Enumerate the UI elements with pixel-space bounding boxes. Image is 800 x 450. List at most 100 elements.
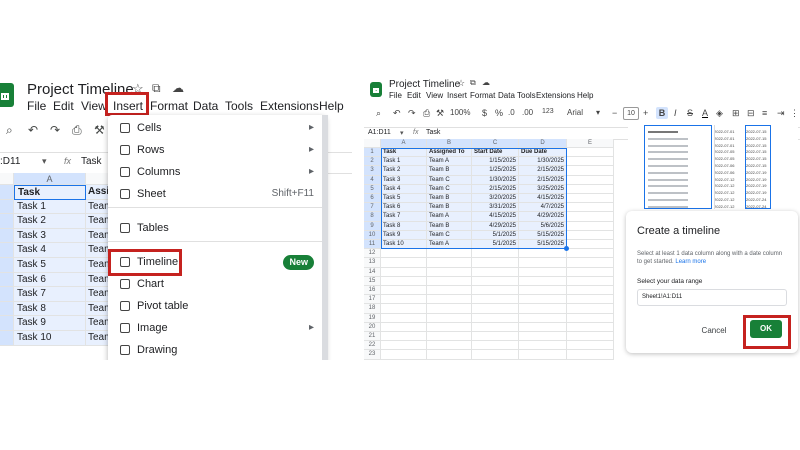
menu-item-columns[interactable]: Columns ▸ xyxy=(108,161,326,183)
table-cell[interactable] xyxy=(567,230,614,240)
table-cell[interactable] xyxy=(427,332,472,342)
menu-help[interactable]: Help xyxy=(319,99,344,113)
menu-tools-2[interactable]: Tools xyxy=(517,91,536,100)
table-cell[interactable] xyxy=(427,313,472,323)
align-icon[interactable]: ≡ xyxy=(762,108,767,118)
menu-file-2[interactable]: File xyxy=(389,91,402,100)
table-cell[interactable] xyxy=(381,295,427,305)
table-cell[interactable] xyxy=(381,267,427,277)
table-cell[interactable] xyxy=(381,276,427,286)
table-cell[interactable] xyxy=(381,313,427,323)
row-header[interactable]: 3 xyxy=(364,166,381,176)
merge-cells-icon[interactable]: ⊟ xyxy=(747,108,755,119)
increase-decimal-icon[interactable]: .00 xyxy=(522,108,533,117)
increase-font-icon[interactable]: + xyxy=(643,108,648,118)
row-header[interactable] xyxy=(0,331,14,346)
menu-tools[interactable]: Tools xyxy=(225,99,253,113)
decrease-font-icon[interactable]: − xyxy=(612,108,617,118)
row-header[interactable]: 6 xyxy=(364,194,381,204)
currency-format-icon[interactable]: $ xyxy=(482,108,487,118)
table-cell[interactable]: Task 3 xyxy=(14,228,86,244)
fill-color-icon[interactable]: ◈ xyxy=(716,108,723,119)
table-cell[interactable] xyxy=(567,212,614,222)
table-cell[interactable]: Task 8 xyxy=(14,301,86,317)
menu-insert-2[interactable]: Insert xyxy=(447,91,467,100)
table-cell[interactable] xyxy=(567,332,614,342)
table-cell[interactable] xyxy=(567,322,614,332)
table-cell[interactable] xyxy=(381,286,427,296)
selection-handle[interactable] xyxy=(564,246,569,251)
name-box-dropdown-icon-2[interactable]: ▾ xyxy=(400,129,404,137)
star-icon-2[interactable]: ☆ xyxy=(457,78,465,89)
table-cell[interactable] xyxy=(472,304,519,314)
range-input[interactable]: Sheet1!A1:D11 xyxy=(637,289,787,306)
table-cell[interactable] xyxy=(567,313,614,323)
table-cell[interactable] xyxy=(427,276,472,286)
column-header-e[interactable]: E xyxy=(567,139,614,148)
table-cell[interactable] xyxy=(567,304,614,314)
row-header[interactable] xyxy=(0,199,14,215)
row-header[interactable]: 5 xyxy=(364,184,381,194)
table-cell[interactable]: Task 10 xyxy=(14,331,86,346)
italic-icon[interactable]: I xyxy=(674,108,677,118)
table-cell[interactable] xyxy=(519,350,567,360)
row-header[interactable] xyxy=(0,287,14,302)
table-cell[interactable] xyxy=(472,295,519,305)
font-select[interactable]: Arial xyxy=(567,108,583,117)
corner-cell[interactable] xyxy=(0,173,14,185)
menu-data[interactable]: Data xyxy=(193,99,218,113)
decrease-decimal-icon[interactable]: .0 xyxy=(508,108,515,117)
table-cell[interactable] xyxy=(519,267,567,277)
menu-format-2[interactable]: Format xyxy=(470,91,495,100)
table-cell[interactable] xyxy=(381,304,427,314)
table-cell[interactable] xyxy=(472,322,519,332)
text-color-icon[interactable]: A xyxy=(702,108,708,118)
menu-item-drawing[interactable]: Drawing xyxy=(108,339,326,360)
table-cell[interactable] xyxy=(381,332,427,342)
row-header[interactable]: 12 xyxy=(364,249,381,259)
column-header-c[interactable]: C xyxy=(472,139,519,148)
font-dropdown-icon[interactable]: ▾ xyxy=(596,108,600,117)
table-cell[interactable] xyxy=(567,286,614,296)
strikethrough-icon[interactable]: S xyxy=(687,108,693,118)
row-header[interactable]: 16 xyxy=(364,286,381,296)
menu-extensions[interactable]: Extensions xyxy=(260,99,319,113)
redo-icon[interactable]: ↷ xyxy=(50,123,60,137)
table-cell[interactable] xyxy=(567,166,614,176)
table-cell[interactable] xyxy=(519,322,567,332)
bold-icon[interactable]: B xyxy=(656,107,668,119)
table-cell[interactable] xyxy=(472,267,519,277)
table-cell[interactable] xyxy=(381,249,427,259)
percent-format-icon[interactable]: % xyxy=(495,108,503,118)
menu-help-2[interactable]: Help xyxy=(577,91,593,100)
table-cell[interactable] xyxy=(519,286,567,296)
move-folder-icon-2[interactable]: ⧉ xyxy=(470,78,476,88)
row-header[interactable]: 15 xyxy=(364,276,381,286)
row-header[interactable]: 8 xyxy=(364,212,381,222)
menu-extensions-2[interactable]: Extensions xyxy=(536,91,575,100)
row-header[interactable] xyxy=(0,214,14,229)
column-header-a[interactable]: A xyxy=(14,173,86,185)
name-box-2[interactable]: A1:D11 xyxy=(368,129,391,136)
table-cell[interactable] xyxy=(567,341,614,351)
table-cell[interactable] xyxy=(567,194,614,204)
table-cell[interactable] xyxy=(567,267,614,277)
menu-view-2[interactable]: View xyxy=(426,91,443,100)
row-header[interactable]: 1 xyxy=(364,148,381,158)
table-cell[interactable]: Task 5 xyxy=(14,258,86,273)
move-folder-icon[interactable]: ⧉ xyxy=(152,81,161,96)
table-cell[interactable] xyxy=(472,276,519,286)
menu-file[interactable]: File xyxy=(27,99,46,113)
table-cell[interactable] xyxy=(472,313,519,323)
table-cell[interactable] xyxy=(427,295,472,305)
table-cell[interactable] xyxy=(519,258,567,268)
table-cell[interactable] xyxy=(381,322,427,332)
table-cell[interactable] xyxy=(427,258,472,268)
row-header[interactable] xyxy=(0,316,14,331)
menu-item-sheet[interactable]: Sheet Shift+F11 xyxy=(108,183,326,205)
table-cell[interactable] xyxy=(427,341,472,351)
table-cell[interactable] xyxy=(472,341,519,351)
row-header[interactable]: 21 xyxy=(364,332,381,342)
table-cell[interactable] xyxy=(519,276,567,286)
borders-icon[interactable]: ⊞ xyxy=(732,108,740,119)
